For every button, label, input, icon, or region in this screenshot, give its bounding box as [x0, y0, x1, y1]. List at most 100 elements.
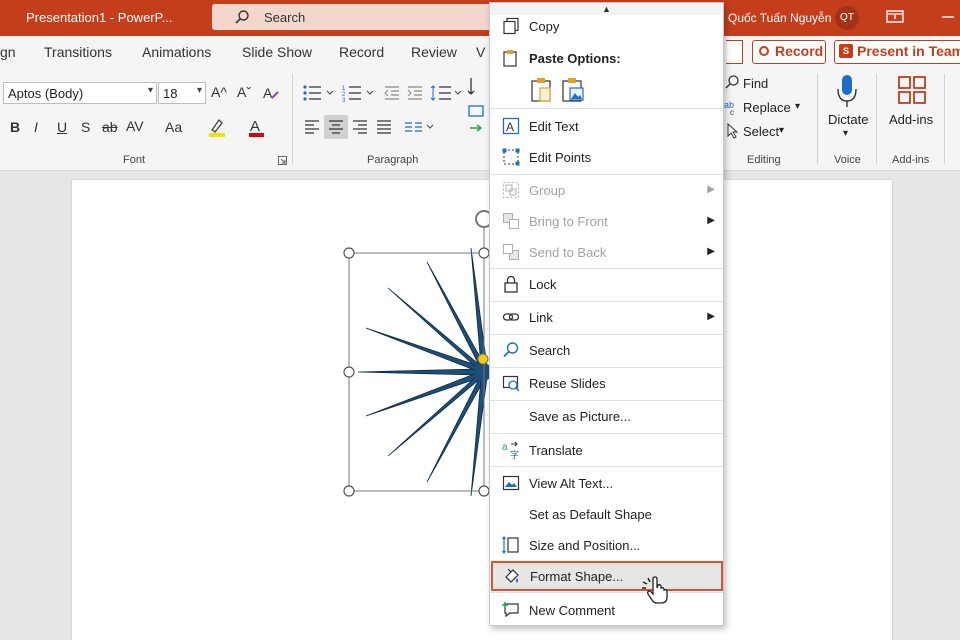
microphone-icon[interactable] — [836, 74, 858, 108]
change-case-button[interactable]: Aa — [165, 119, 182, 135]
resize-handle-left[interactable] — [343, 366, 355, 378]
menu-item-label: View Alt Text... — [529, 476, 614, 491]
tab-view[interactable]: V — [476, 44, 485, 60]
decrease-indent-icon[interactable] — [383, 84, 401, 102]
italic-button[interactable]: I — [34, 119, 38, 135]
replace-button[interactable]: Replace — [743, 100, 791, 115]
bold-button[interactable]: B — [10, 119, 20, 135]
align-center-button[interactable] — [324, 115, 348, 139]
menu-item-reuse-slides[interactable]: Reuse Slides — [490, 368, 723, 398]
menu-item-save-as-picture[interactable]: Save as Picture... — [490, 401, 723, 431]
send-back-icon — [503, 244, 519, 260]
adjust-handle[interactable] — [477, 353, 489, 365]
shrink-font-button[interactable]: Aˇ — [237, 84, 251, 100]
find-icon[interactable] — [724, 74, 740, 90]
font-color-icon[interactable]: A — [247, 116, 267, 138]
tab-transitions[interactable]: Transitions — [44, 44, 112, 60]
text-shadow-button[interactable]: S — [81, 119, 90, 135]
menu-item-search[interactable]: Search — [490, 335, 723, 365]
menu-item-edit-text[interactable]: A Edit Text — [490, 111, 723, 141]
svg-text:3: 3 — [342, 98, 346, 102]
svg-text:A: A — [506, 120, 514, 134]
underline-button[interactable]: U — [57, 119, 67, 135]
menu-item-label: Bring to Front — [529, 214, 608, 229]
highlighter-icon[interactable] — [206, 116, 228, 138]
character-spacing-button[interactable]: AV — [126, 118, 144, 134]
menu-item-label: Link — [529, 310, 553, 325]
star-shape[interactable] — [330, 200, 500, 505]
menu-item-new-comment[interactable]: New Comment — [490, 595, 723, 625]
menu-item-label: Search — [529, 343, 571, 358]
paste-keep-format-icon[interactable] — [530, 77, 554, 103]
font-size-dropdown[interactable]: 18 ▾ — [158, 82, 206, 104]
menu-item-label: Edit Points — [529, 150, 592, 165]
resize-handle-bottom-left[interactable] — [343, 485, 355, 497]
paste-icon — [503, 50, 517, 67]
user-name[interactable]: Quốc Tuấn Nguyễn — [728, 11, 831, 25]
tab-design[interactable]: gn — [0, 44, 16, 60]
increase-indent-icon[interactable] — [406, 84, 424, 102]
menu-item-label: New Comment — [529, 603, 615, 618]
chevron-down-icon: ▾ — [147, 85, 153, 96]
add-ins-icon[interactable] — [897, 75, 927, 105]
clear-formatting-icon[interactable]: A — [262, 84, 280, 102]
text-direction-icon[interactable] — [467, 76, 485, 136]
menu-item-label: Set as Default Shape — [529, 507, 652, 522]
menu-item-label: Copy — [529, 19, 560, 34]
paste-picture-icon[interactable] — [561, 77, 585, 103]
minimize-icon[interactable] — [940, 10, 956, 24]
group-icon — [503, 182, 519, 198]
tab-animations[interactable]: Animations — [142, 44, 211, 60]
menu-item-copy[interactable]: Copy — [490, 11, 723, 41]
grow-font-button[interactable]: A^ — [211, 84, 227, 100]
dictate-button[interactable]: Dictate — [828, 112, 868, 127]
menu-item-translate[interactable]: a字 Translate — [490, 435, 723, 465]
numbering-icon[interactable]: 123 — [342, 84, 376, 102]
resize-handle-top-left[interactable] — [343, 247, 355, 259]
menu-item-view-alt-text[interactable]: View Alt Text... — [490, 468, 723, 498]
select-cursor-icon[interactable] — [726, 123, 740, 139]
chevron-down-icon: ▾ — [795, 101, 801, 112]
document-title: Presentation1 - PowerP... — [26, 10, 173, 25]
align-right-icon[interactable] — [351, 118, 369, 136]
menu-item-link[interactable]: Link ▶ — [490, 302, 723, 332]
select-button[interactable]: Select — [743, 124, 779, 139]
tab-record[interactable]: Record — [339, 44, 384, 60]
resize-handle-top-right[interactable] — [478, 247, 490, 259]
menu-item-lock[interactable]: Lock — [490, 269, 723, 299]
justify-icon[interactable] — [375, 118, 393, 136]
menu-item-size-and-position[interactable]: Size and Position... — [490, 530, 723, 560]
resize-handle-bottom-right[interactable] — [478, 485, 490, 497]
align-center-icon — [329, 120, 343, 134]
lock-icon — [504, 275, 518, 293]
menu-item-format-shape[interactable]: Format Shape... — [491, 561, 723, 591]
menu-item-set-default-shape[interactable]: Set as Default Shape — [490, 499, 723, 529]
menu-item-send-to-back: Send to Back ▶ — [490, 237, 723, 267]
font-name-dropdown[interactable]: Aptos (Body) ▾ — [3, 82, 157, 104]
align-left-icon[interactable] — [303, 118, 321, 136]
search-box[interactable]: Search — [212, 4, 504, 30]
tab-slide-show[interactable]: Slide Show — [242, 44, 312, 60]
present-in-teams-button[interactable]: S Present in Teams — [834, 40, 960, 64]
comments-button[interactable] — [726, 40, 743, 64]
star-rays — [357, 247, 492, 497]
menu-item-label: Translate — [529, 443, 583, 458]
menu-item-label: Reuse Slides — [529, 376, 606, 391]
present-mode-icon[interactable] — [886, 9, 904, 25]
submenu-arrow-icon: ▶ — [707, 184, 715, 195]
search-placeholder: Search — [264, 10, 306, 25]
strikethrough-button[interactable]: ab — [102, 119, 118, 135]
editing-group-label: Editing — [747, 154, 781, 166]
search-icon — [235, 10, 249, 24]
add-ins-button[interactable]: Add-ins — [889, 112, 933, 127]
avatar[interactable]: QT — [835, 6, 859, 30]
record-button[interactable]: Record — [752, 40, 826, 64]
tab-review[interactable]: Review — [411, 44, 457, 60]
line-spacing-icon[interactable] — [430, 84, 464, 102]
bullets-icon[interactable] — [302, 84, 336, 102]
dialog-launcher-icon[interactable] — [278, 156, 287, 165]
replace-icon[interactable]: abc — [724, 99, 740, 115]
columns-icon[interactable] — [403, 118, 435, 136]
menu-item-edit-points[interactable]: Edit Points — [490, 142, 723, 172]
find-button[interactable]: Find — [743, 76, 768, 91]
